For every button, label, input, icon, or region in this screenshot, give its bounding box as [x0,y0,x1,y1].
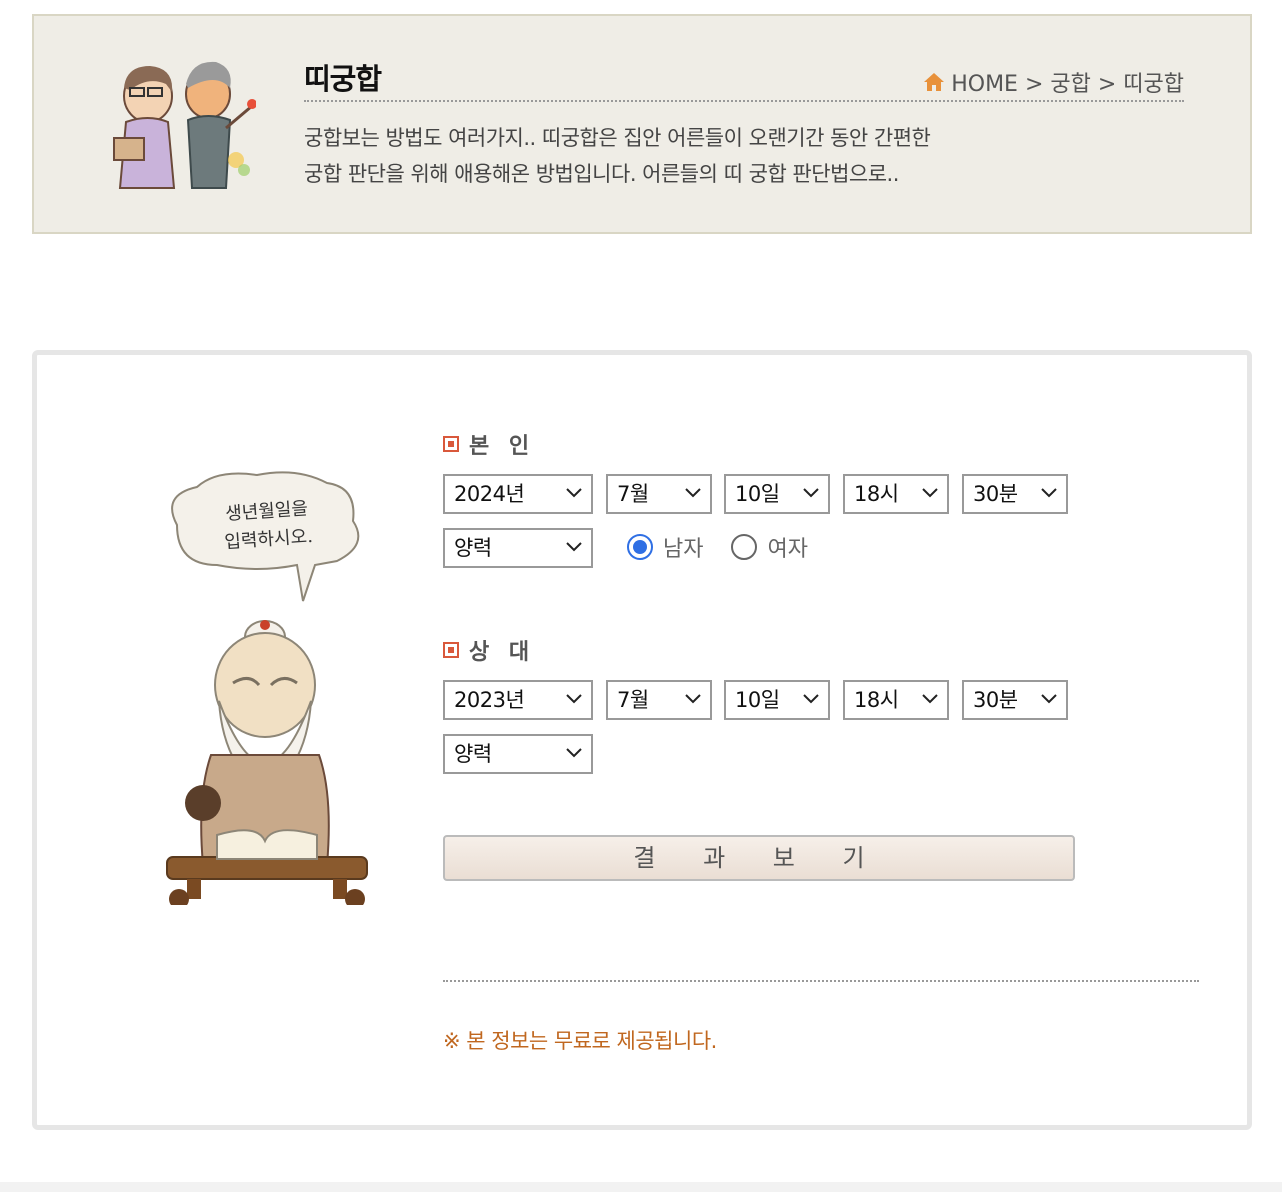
partner-hour-select[interactable]: 18시 [843,680,949,720]
self-month-select[interactable]: 7월 [606,474,712,514]
description-line-1: 궁합보는 방법도 여러가지.. 띠궁합은 집안 어른들이 오랜기간 동안 간편한 [304,126,931,150]
chevron-down-icon [922,694,938,704]
sage-illustration: 생년월일을 입력하시오. [166,471,368,905]
chevron-down-icon [566,488,582,498]
couple-illustration [113,61,256,189]
panel-divider [443,980,1199,982]
gender-male-radio[interactable]: 남자 [627,531,703,563]
chevron-down-icon [922,488,938,498]
page-description: 궁합보는 방법도 여러가지.. 띠궁합은 집안 어른들이 오랜기간 동안 간편한… [304,120,931,192]
breadcrumb-path[interactable]: HOME > 궁합 > 띠궁합 [951,66,1184,98]
self-section-label: 본 인 [443,428,535,460]
gender-female-radio[interactable]: 여자 [731,531,808,563]
partner-section-label: 상 대 [443,634,535,666]
chevron-down-icon [803,694,819,704]
page-title: 띠궁합 [304,62,382,96]
breadcrumb[interactable]: HOME > 궁합 > 띠궁합 [923,66,1184,98]
chevron-down-icon [803,488,819,498]
self-minute-select[interactable]: 30분 [962,474,1068,514]
chevron-down-icon [685,488,701,498]
view-result-button[interactable]: 결 과 보 기 [443,835,1075,881]
chevron-down-icon [1041,694,1057,704]
partner-year-select[interactable]: 2023년 [443,680,593,720]
chevron-down-icon [566,694,582,704]
chevron-down-icon [566,542,582,552]
partner-month-select[interactable]: 7월 [606,680,712,720]
free-info-note: ※ 본 정보는 무료로 제공됩니다. [443,1029,717,1053]
square-marker-icon [443,436,459,452]
header-box: 띠궁합 HOME > 궁합 > 띠궁합 궁합보는 방법도 여러가지.. 띠궁합은… [32,14,1252,234]
partner-day-select[interactable]: 10일 [724,680,830,720]
self-day-select[interactable]: 10일 [724,474,830,514]
radio-unchecked-icon[interactable] [731,534,758,560]
self-hour-select[interactable]: 18시 [843,474,949,514]
home-icon[interactable] [923,72,945,92]
self-year-select[interactable]: 2024년 [443,474,593,514]
chevron-down-icon [1041,488,1057,498]
compatibility-form-panel: 생년월일을 입력하시오. 본 인 2024년 7월 10일 18시 30분 양력… [32,350,1252,1130]
partner-minute-select[interactable]: 30분 [962,680,1068,720]
self-calendar-select[interactable]: 양력 [443,528,593,568]
square-marker-icon [443,642,459,658]
page-bottom-strip [0,1182,1282,1192]
chevron-down-icon [685,694,701,704]
description-line-2: 궁합 판단을 위해 애용해온 방법입니다. 어른들의 띠 궁합 판단법으로.. [304,162,899,186]
gender-radio-group: 남자 여자 [627,531,836,563]
title-divider [304,100,1184,102]
radio-checked-icon[interactable] [627,534,653,560]
chevron-down-icon [566,748,582,758]
partner-calendar-select[interactable]: 양력 [443,734,593,774]
